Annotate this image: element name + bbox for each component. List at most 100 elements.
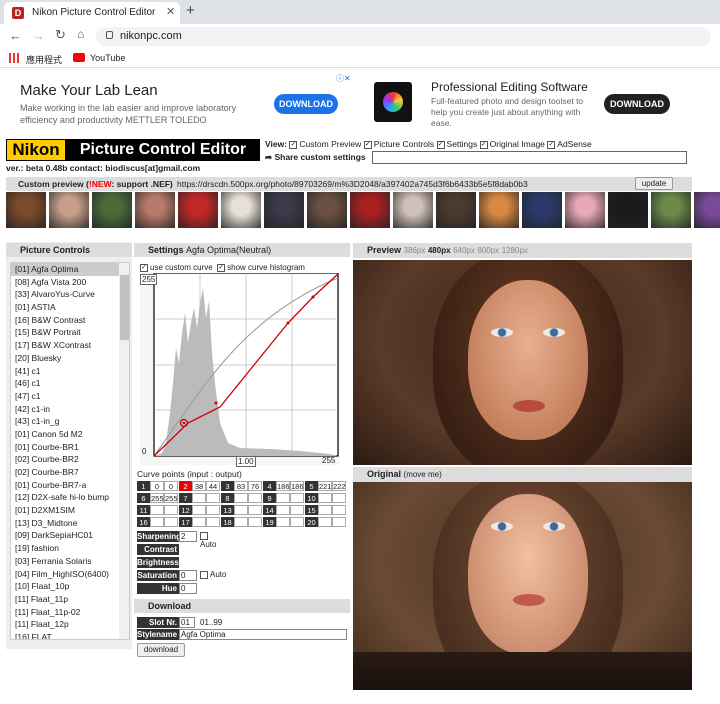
list-item[interactable]: [01] Courbe-BR1 [11, 441, 119, 454]
share-settings[interactable]: ➦ Share custom settings [265, 152, 366, 163]
home-icon[interactable]: ⌂ [77, 27, 84, 41]
curve-point-input[interactable] [192, 517, 206, 527]
hue-input[interactable]: 0 [179, 583, 197, 594]
list-item[interactable]: [15] B&W Portrait [11, 326, 119, 339]
curve-point-output[interactable]: 0 [164, 481, 178, 491]
checkbox[interactable]: ✓ [479, 140, 488, 149]
list-item[interactable]: [01] Canon 5d M2 [11, 428, 119, 441]
share-url-field[interactable] [372, 151, 687, 164]
thumbnail-image[interactable] [264, 192, 304, 228]
ad-download-button[interactable]: DOWNLOAD [604, 94, 670, 114]
thumbnail-image[interactable] [565, 192, 605, 228]
curve-point-output[interactable] [332, 517, 346, 527]
curve-point-output[interactable]: 222 [332, 481, 346, 491]
curve-point-input[interactable] [276, 505, 290, 515]
list-item[interactable]: [16] B&W Contrast [11, 314, 119, 327]
curve-point-output[interactable] [332, 493, 346, 503]
view-adsense[interactable]: AdSense [557, 139, 592, 149]
list-item[interactable]: [09] DarkSepiaHC01 [11, 529, 119, 542]
curve-point-input[interactable] [192, 493, 206, 503]
thumbnail-image[interactable] [608, 192, 648, 228]
thumbnail-image[interactable] [178, 192, 218, 228]
curve-point-input[interactable] [276, 517, 290, 527]
curve-point-output[interactable]: 255 [164, 493, 178, 503]
curve-point-output[interactable] [290, 505, 304, 515]
curve-point-input[interactable] [276, 493, 290, 503]
list-item[interactable]: [46] c1 [11, 377, 119, 390]
scrollbar-thumb[interactable] [120, 275, 129, 340]
list-item[interactable]: [10] Flaat_10p [11, 580, 119, 593]
list-item[interactable]: [04] Film_HighISO(6400) [11, 568, 119, 581]
thumbnail-image[interactable] [436, 192, 476, 228]
curve-point-input[interactable]: 83 [234, 481, 248, 491]
ad-info-icon[interactable]: ⓘ✕ [336, 73, 351, 84]
list-item[interactable]: [11] Flaat_12p [11, 618, 119, 631]
list-item[interactable]: [33] AlvaroYus-Curve [11, 288, 119, 301]
stylename-input[interactable]: Agfa Optima [179, 629, 347, 640]
thumbnail-image[interactable] [92, 192, 132, 228]
list-item[interactable]: [11] Flaat_11p [11, 593, 119, 606]
curve-point-input[interactable]: 38 [192, 481, 206, 491]
curve-point-output[interactable]: 76 [248, 481, 262, 491]
curve-point-output[interactable] [206, 493, 220, 503]
list-item[interactable]: [13] D3_Midtone [11, 517, 119, 530]
curve-point-input[interactable] [318, 493, 332, 503]
view-custom-preview[interactable]: Custom Preview [299, 139, 361, 149]
thumbnail-image[interactable] [651, 192, 691, 228]
list-item[interactable]: [12] D2X-safe hi-lo bump [11, 491, 119, 504]
list-item[interactable]: [42] c1-in [11, 403, 119, 416]
checkbox[interactable]: ✓ [363, 140, 372, 149]
picture-controls-list[interactable]: [01] Agfa Optima [08] Agfa Vista 200 [33] … [10, 262, 130, 640]
curve-point-output[interactable] [206, 505, 220, 515]
ad-banner-left[interactable]: Make Your Lab Lean Make working in the l… [6, 72, 351, 134]
reload-icon[interactable]: ↻ [55, 27, 66, 43]
curve-point-input[interactable] [150, 505, 164, 515]
curve-point-input[interactable] [150, 517, 164, 527]
curve-point-input[interactable] [192, 505, 206, 515]
curve-point-output[interactable]: 44 [206, 481, 220, 491]
curve-editor[interactable] [140, 273, 340, 465]
slot-input[interactable]: 01 [179, 617, 195, 628]
ad-banner-right[interactable]: Professional Editing Software Full-featu… [360, 72, 692, 134]
original-image[interactable] [353, 482, 692, 690]
curve-point-output[interactable] [248, 517, 262, 527]
list-item[interactable]: [01] Courbe-BR7-a [11, 479, 119, 492]
list-item[interactable]: [01] D2XM1SIM [11, 504, 119, 517]
thumbnail-image[interactable] [393, 192, 433, 228]
checkbox[interactable] [200, 570, 208, 579]
curve-point-output[interactable] [164, 517, 178, 527]
curve-point-output[interactable] [206, 517, 220, 527]
curve-point-output[interactable] [332, 505, 346, 515]
curve-point-input[interactable]: 0 [150, 481, 164, 491]
list-item[interactable]: [11] Flaat_11p-02 [11, 606, 119, 619]
size-480[interactable]: 480px [428, 246, 451, 255]
curve-point-output[interactable]: 186 [290, 481, 304, 491]
list-item[interactable]: [20] Bluesky [11, 352, 119, 365]
curve-point-input[interactable] [318, 505, 332, 515]
checkbox[interactable]: ✓ [140, 263, 148, 272]
checkbox[interactable]: ✓ [547, 140, 556, 149]
view-original-image[interactable]: Original Image [490, 139, 545, 149]
update-button[interactable]: update [635, 177, 673, 190]
list-item[interactable]: [03] Ferrania Solaris [11, 555, 119, 568]
apps-grid-icon[interactable] [9, 53, 19, 63]
list-item[interactable]: [01] Agfa Optima [11, 263, 119, 276]
view-picture-controls[interactable]: Picture Controls [374, 139, 434, 149]
checkbox[interactable] [200, 531, 208, 540]
curve-point-input[interactable] [234, 505, 248, 515]
use-custom-curve[interactable]: use custom curve [150, 263, 213, 272]
download-button[interactable]: download [137, 643, 185, 657]
curve-point-output[interactable] [248, 493, 262, 503]
thumbnail-image[interactable] [522, 192, 562, 228]
list-item[interactable]: [01] ASTIA [11, 301, 119, 314]
address-bar[interactable]: nikonpc.com [96, 27, 711, 46]
size-640[interactable]: 640px [453, 246, 475, 255]
saturation-auto[interactable]: Auto [200, 570, 226, 579]
new-tab-icon[interactable]: + [186, 2, 195, 19]
checkbox[interactable]: ✓ [289, 140, 298, 149]
bookmark-apps[interactable]: 應用程式 [26, 53, 62, 66]
list-item[interactable]: [17] B&W XContrast [11, 339, 119, 352]
custom-preview-url[interactable]: https://drscdn.500px.org/photo/89703269/… [177, 179, 632, 189]
curve-point-input[interactable]: 255 [150, 493, 164, 503]
list-item[interactable]: [47] c1 [11, 390, 119, 403]
